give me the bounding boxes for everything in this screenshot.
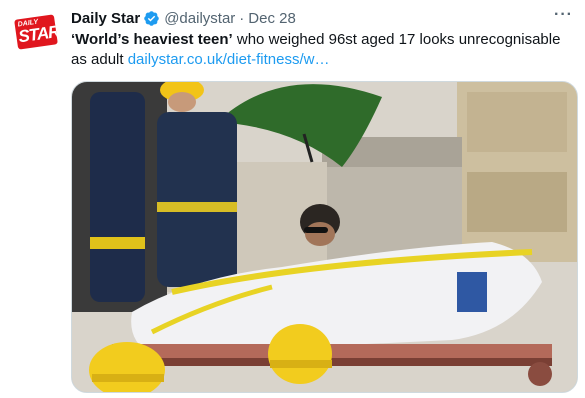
tweet-header: Daily Star @dailystar · Dec 28: [71, 8, 545, 28]
account-handle[interactable]: @dailystar: [164, 10, 235, 27]
logo-main-text: STAR: [17, 21, 58, 47]
daily-star-logo: DAILY STAR: [14, 14, 58, 50]
account-name[interactable]: Daily Star: [71, 10, 140, 27]
tweet-date[interactable]: Dec 28: [248, 10, 296, 27]
tweet-headline: ‘World’s heaviest teen’: [71, 31, 233, 48]
tweet-image[interactable]: [71, 81, 578, 393]
tweet-link[interactable]: dailystar.co.uk/diet-fitness/w…: [128, 51, 330, 68]
verified-badge-icon: [144, 10, 159, 26]
avatar[interactable]: DAILY STAR: [14, 10, 58, 54]
more-icon[interactable]: ···: [554, 6, 573, 24]
separator-dot: ·: [239, 9, 245, 27]
tweet-text: ‘World’s heaviest teen’ who weighed 96st…: [71, 30, 576, 70]
photo-illustration: [72, 82, 577, 392]
